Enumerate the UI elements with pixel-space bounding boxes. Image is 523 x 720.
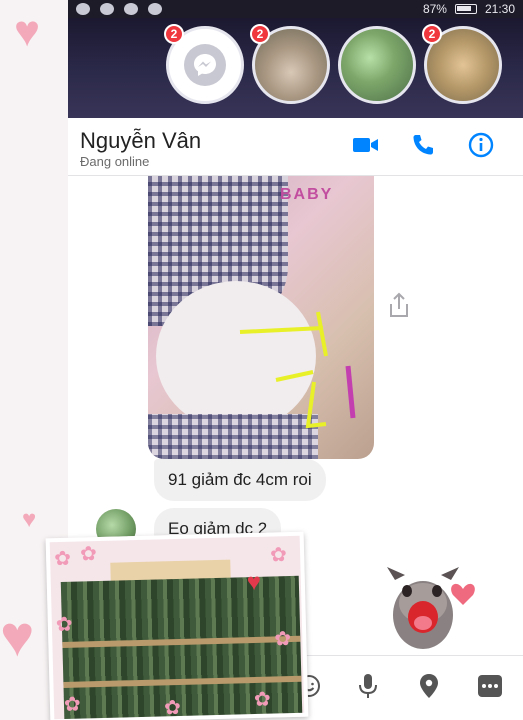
phone-call-button[interactable] [408, 130, 438, 160]
chat-heads-bar: 2 2 2 [68, 18, 523, 118]
info-button[interactable] [466, 130, 496, 160]
unread-badge: 2 [164, 24, 184, 44]
notification-icon [76, 3, 90, 15]
flower-decoration: ✿ [63, 693, 82, 716]
notification-icon [124, 3, 138, 15]
notification-icon [148, 3, 162, 15]
flower-decoration: ✿ [269, 544, 288, 567]
battery-percent: 87% [422, 2, 447, 16]
notification-icon [100, 3, 114, 15]
flower-decoration: ✿ [253, 688, 271, 712]
share-icon [390, 292, 408, 317]
unread-badge: 2 [250, 24, 270, 44]
conversation-header: Nguyễn Vân Đang online [68, 118, 523, 176]
chat-head-contact[interactable] [338, 26, 416, 104]
overlay-photo: ✿ ✿ ✿ ✿ ✿ ✿ ✿ ✿ ♥ [45, 531, 309, 720]
online-status: Đang online [80, 154, 150, 169]
flower-decoration: ✿ [79, 543, 98, 566]
flower-decoration: ✿ [163, 696, 182, 720]
sticker [387, 567, 475, 649]
voice-message-button[interactable] [354, 672, 382, 700]
heart-decoration: ♥ [246, 568, 262, 597]
flower-decoration: ✿ [55, 613, 73, 637]
phone-icon [413, 135, 433, 155]
video-call-button[interactable] [351, 130, 381, 160]
mic-icon [359, 674, 377, 698]
battery-icon [454, 4, 477, 14]
heart-decoration: ♥ [22, 506, 37, 533]
more-icon [478, 675, 502, 697]
video-call-icon [353, 138, 378, 152]
heart-decoration: ♥ [0, 604, 35, 669]
unread-badge: 2 [422, 24, 442, 44]
contact-name[interactable]: Nguyễn Vân [80, 128, 201, 154]
heart-decoration: ♥ [14, 7, 41, 56]
status-bar: 87% 21:30 [68, 0, 523, 18]
info-icon [468, 132, 494, 158]
photo-message[interactable]: BABY [148, 176, 374, 459]
location-button[interactable] [415, 672, 443, 700]
measurement-marks [239, 311, 356, 429]
flower-decoration: ✿ [53, 547, 72, 571]
more-options-button[interactable] [476, 672, 504, 700]
share-button[interactable] [384, 290, 414, 320]
location-icon [420, 674, 438, 698]
clock: 21:30 [484, 2, 515, 16]
flower-decoration: ✿ [274, 628, 292, 651]
message-bubble[interactable]: 91 giảm đc 4cm roi [154, 459, 326, 501]
messenger-icon [184, 44, 226, 86]
